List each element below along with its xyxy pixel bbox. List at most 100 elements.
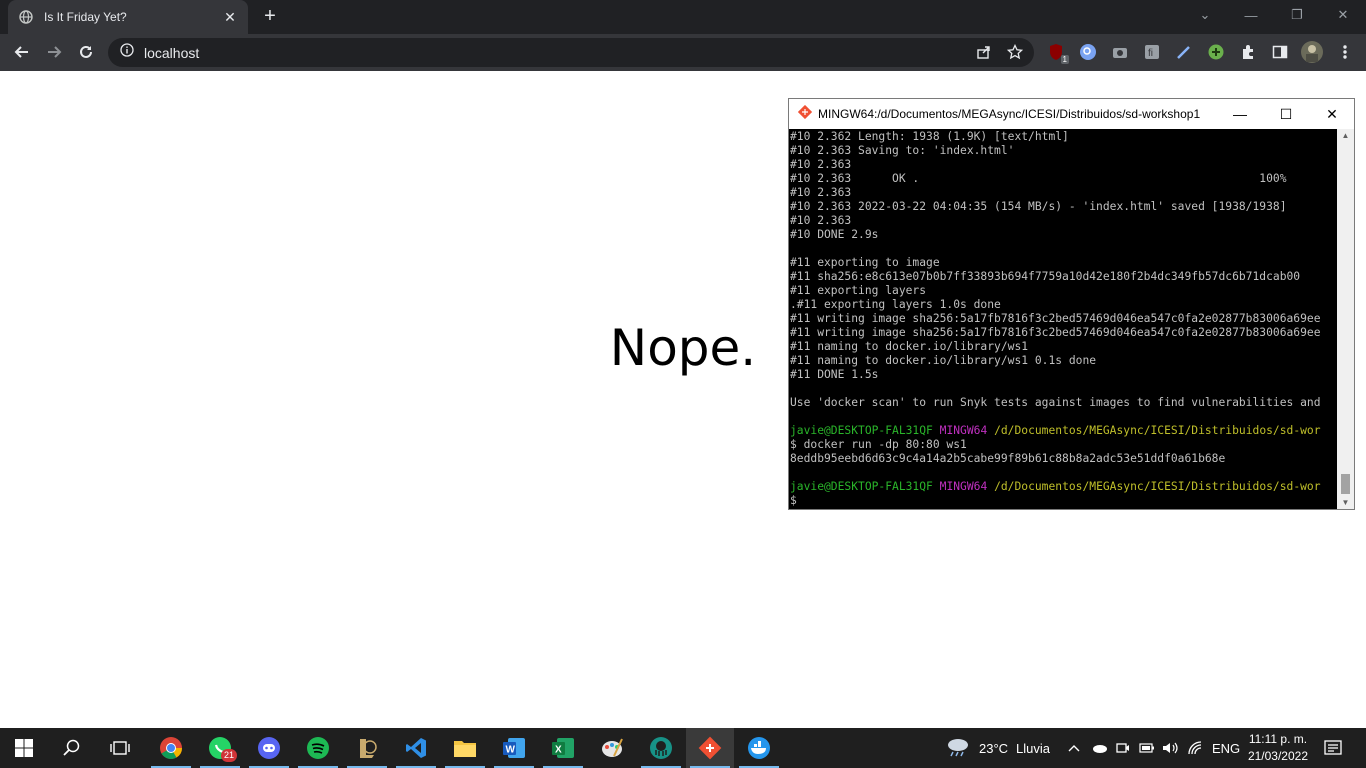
clock-date: 21/03/2022 xyxy=(1247,749,1308,763)
language-indicator[interactable]: ENG xyxy=(1212,728,1240,768)
terminal-scrollbar[interactable]: ▲ ▼ xyxy=(1337,129,1354,509)
excel-icon: X xyxy=(551,736,575,760)
taskbar-app-excel[interactable]: X xyxy=(539,728,587,768)
url-text: localhost xyxy=(144,44,200,61)
terminal-line: #10 2.362 Length: 1938 (1.9K) [text/html… xyxy=(790,130,1069,143)
globe-icon xyxy=(18,9,34,25)
terminal-output[interactable]: #10 2.362 Length: 1938 (1.9K) [text/html… xyxy=(790,129,1338,509)
terminal-close-button[interactable]: ✕ xyxy=(1309,99,1355,129)
info-icon[interactable] xyxy=(120,43,134,62)
word-icon: W xyxy=(502,736,526,760)
git-bash-icon xyxy=(797,104,813,124)
terminal-line: #11 exporting to image xyxy=(790,256,940,269)
docker-icon xyxy=(746,736,772,760)
taskbar-app-explorer[interactable] xyxy=(441,728,489,768)
puzzle-extensions-icon[interactable] xyxy=(1239,43,1257,61)
more-menu-icon[interactable] xyxy=(1336,43,1354,61)
camera-extension-icon[interactable] xyxy=(1111,43,1129,61)
task-view-icon[interactable] xyxy=(96,728,144,768)
command-line: $ docker run -dp 80:80 ws1 xyxy=(790,438,967,451)
taskbar-app-word[interactable]: W xyxy=(490,728,538,768)
minimize-button[interactable]: — xyxy=(1228,0,1274,30)
tab-search-button[interactable]: ⌄ xyxy=(1182,0,1228,30)
terminal-maximize-button[interactable]: ☐ xyxy=(1263,99,1309,129)
discord-icon xyxy=(257,736,281,760)
scroll-up-icon[interactable]: ▲ xyxy=(1337,131,1354,140)
meet-now-icon[interactable] xyxy=(1116,728,1130,768)
translate-extension-icon[interactable]: fi xyxy=(1143,43,1161,61)
terminal-line: .#11 exporting layers 1.0s done xyxy=(790,298,1001,311)
prompt-path: /d/Documentos/MEGAsync/ICESI/Distribuido… xyxy=(994,424,1321,437)
prompt-user: javie@DESKTOP-FAL31QF xyxy=(790,424,933,437)
rain-cloud-icon xyxy=(946,736,970,761)
clock[interactable]: 11:11 p. m. 21/03/2022 xyxy=(1248,731,1308,765)
browser-tabstrip: Is It Friday Yet? ✕ + ⌄ — ❐ ✕ xyxy=(0,0,1366,34)
terminal-line: Use 'docker scan' to run Snyk tests agai… xyxy=(790,396,1321,409)
scroll-down-icon[interactable]: ▼ xyxy=(1337,498,1354,507)
taskbar-app-vscode[interactable] xyxy=(392,728,440,768)
gitkraken-icon xyxy=(649,736,673,760)
volume-icon[interactable] xyxy=(1162,728,1180,768)
league-icon xyxy=(355,736,379,760)
search-icon[interactable] xyxy=(48,728,96,768)
profile-avatar[interactable] xyxy=(1301,41,1323,63)
new-tab-button[interactable]: + xyxy=(259,6,281,27)
folder-icon xyxy=(453,737,477,759)
search-extension-icon[interactable] xyxy=(1079,43,1097,61)
taskbar-app-chrome[interactable] xyxy=(147,728,195,768)
plus-extension-icon[interactable] xyxy=(1207,43,1225,61)
reload-icon[interactable] xyxy=(74,40,98,64)
weather-text: Lluvia xyxy=(1016,740,1051,756)
tab-close-icon[interactable]: ✕ xyxy=(222,9,238,26)
wifi-icon[interactable] xyxy=(1187,728,1205,768)
spotify-icon xyxy=(306,736,330,760)
cursor-prompt-line[interactable]: $ xyxy=(790,494,1338,508)
forward-arrow-icon[interactable] xyxy=(42,40,66,64)
extension-badge: 1 xyxy=(1060,55,1069,64)
chrome-icon xyxy=(159,736,183,760)
close-window-button[interactable]: ✕ xyxy=(1320,0,1366,30)
terminal-minimize-button[interactable]: — xyxy=(1217,99,1263,129)
terminal-line: #11 naming to docker.io/library/ws1 0.1s… xyxy=(790,354,1097,367)
scroll-thumb[interactable] xyxy=(1341,474,1350,494)
ublock-extension-icon[interactable]: 1 xyxy=(1047,43,1069,64)
browser-tab[interactable]: Is It Friday Yet? ✕ xyxy=(8,0,248,34)
prompt-path: /d/Documentos/MEGAsync/ICESI/Distribuido… xyxy=(994,480,1321,493)
taskbar-app-git-bash[interactable] xyxy=(686,728,734,768)
bookmark-star-icon[interactable] xyxy=(1006,43,1024,65)
taskbar-app-gitkraken[interactable] xyxy=(637,728,685,768)
terminal-window[interactable]: MINGW64:/d/Documentos/MEGAsync/ICESI/Dis… xyxy=(788,98,1355,510)
battery-icon[interactable] xyxy=(1139,728,1155,768)
taskbar-app-paint[interactable] xyxy=(588,728,636,768)
prompt-line: javie@DESKTOP-FAL31QF MINGW64 /d/Documen… xyxy=(790,480,1338,494)
terminal-line: #11 writing image sha256:5a17fb7816f3c2b… xyxy=(790,326,1321,339)
weather-widget[interactable]: 23°C Lluvia xyxy=(946,728,1050,768)
restore-button[interactable]: ❐ xyxy=(1274,0,1320,30)
tray-chevron-icon[interactable] xyxy=(1068,728,1080,768)
side-panel-icon[interactable] xyxy=(1271,43,1289,61)
address-bar[interactable]: localhost xyxy=(108,38,1034,67)
terminal-title: MINGW64:/d/Documentos/MEGAsync/ICESI/Dis… xyxy=(818,107,1201,121)
share-icon[interactable] xyxy=(976,44,992,65)
onedrive-cloud-icon[interactable] xyxy=(1091,728,1107,768)
taskbar-app-discord[interactable] xyxy=(245,728,293,768)
terminal-line: #11 naming to docker.io/library/ws1 xyxy=(790,340,1029,353)
pen-extension-icon[interactable] xyxy=(1175,43,1193,61)
svg-text:X: X xyxy=(555,745,562,756)
notifications-icon[interactable] xyxy=(1324,728,1342,768)
clock-time: 11:11 p. m. xyxy=(1248,732,1308,746)
back-arrow-icon[interactable] xyxy=(10,40,34,64)
terminal-line: #10 2.363 2022-03-22 04:04:35 (154 MB/s)… xyxy=(790,200,1287,213)
weather-temp: 23°C xyxy=(979,740,1009,756)
terminal-line: #11 writing image sha256:5a17fb7816f3c2b… xyxy=(790,312,1321,325)
taskbar-app-docker[interactable] xyxy=(735,728,783,768)
taskbar-app-spotify[interactable] xyxy=(294,728,342,768)
taskbar-app-league[interactable] xyxy=(343,728,391,768)
terminal-line: #10 2.363 xyxy=(790,158,852,171)
svg-text:fi: fi xyxy=(1148,48,1153,59)
terminal-line: #11 sha256:e8c613e07b0b7ff33893b694f7759… xyxy=(790,270,1301,283)
taskbar-app-whatsapp[interactable]: 21 xyxy=(196,728,244,768)
start-button[interactable] xyxy=(0,728,48,768)
